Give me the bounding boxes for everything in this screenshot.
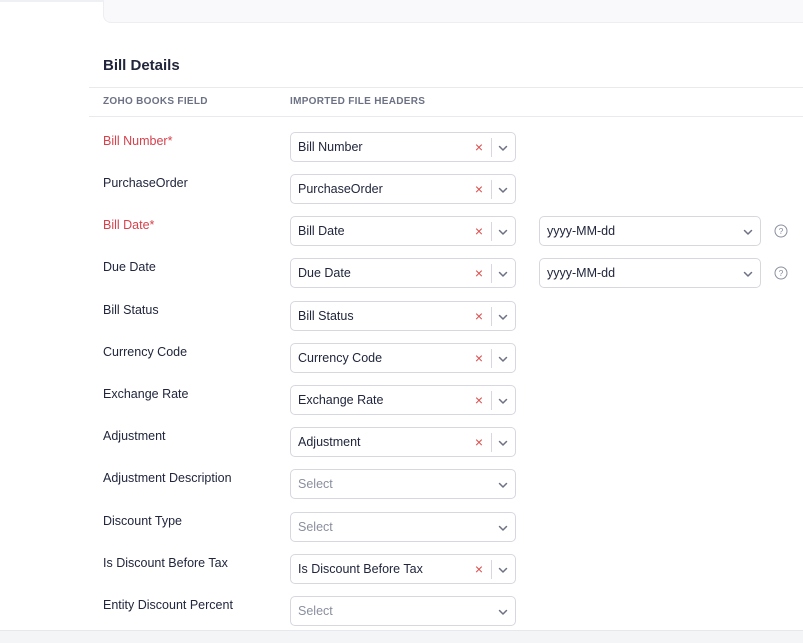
close-icon[interactable]: × <box>471 222 487 240</box>
section-title: Bill Details <box>103 57 180 74</box>
close-icon[interactable]: × <box>471 264 487 282</box>
close-icon[interactable]: × <box>471 180 487 198</box>
chevron-down-icon[interactable] <box>497 436 509 448</box>
select-separator <box>491 138 492 157</box>
select-value: Due Date <box>298 266 351 280</box>
select-separator <box>491 222 492 241</box>
date-format-select[interactable]: yyyy-MM-dd <box>539 258 761 288</box>
field-mapping-row: Bill Number* Bill Number × <box>0 132 803 166</box>
chevron-down-icon[interactable] <box>497 394 509 406</box>
file-header-select[interactable]: Select <box>290 512 516 542</box>
close-icon[interactable]: × <box>471 433 487 451</box>
select-separator <box>491 307 492 326</box>
column-header-books-field: ZOHO BOOKS FIELD <box>103 96 208 107</box>
date-format-value: yyyy-MM-dd <box>547 266 616 280</box>
bottom-bar-edge <box>0 630 803 643</box>
header-divider <box>89 116 803 117</box>
select-value: Is Discount Before Tax <box>298 562 423 576</box>
date-format-select[interactable]: yyyy-MM-dd <box>539 216 761 246</box>
field-mapping-row: Bill Status Bill Status × <box>0 301 803 335</box>
field-label: Currency Code <box>103 345 188 359</box>
close-icon[interactable]: × <box>471 391 487 409</box>
field-mapping-row: Adjustment Adjustment × <box>0 427 803 461</box>
close-icon[interactable]: × <box>471 138 487 156</box>
field-label: Adjustment Description <box>103 471 232 485</box>
file-header-select[interactable]: PurchaseOrder × <box>290 174 516 204</box>
select-separator <box>491 560 492 579</box>
chevron-down-icon[interactable] <box>742 225 754 237</box>
column-header-file-headers: IMPORTED FILE HEADERS <box>290 96 426 107</box>
chevron-down-icon[interactable] <box>497 141 509 153</box>
chevron-down-icon[interactable] <box>497 310 509 322</box>
select-value: Currency Code <box>298 351 383 365</box>
close-icon[interactable]: × <box>471 560 487 578</box>
field-label: Bill Date* <box>103 218 155 232</box>
file-header-select[interactable]: Select <box>290 596 516 626</box>
field-label: Entity Discount Percent <box>103 598 233 612</box>
chevron-down-icon[interactable] <box>497 563 509 575</box>
file-header-select[interactable]: Bill Status × <box>290 301 516 331</box>
chevron-down-icon[interactable] <box>497 183 509 195</box>
field-mapping-row: Entity Discount Percent Select <box>0 596 803 630</box>
field-label: Is Discount Before Tax <box>103 556 228 570</box>
chevron-down-icon[interactable] <box>497 352 509 364</box>
select-value: PurchaseOrder <box>298 182 383 196</box>
field-mapping-row: Discount Type Select <box>0 512 803 546</box>
field-mapping-row: Bill Date* Bill Date × yyyy-MM-dd? <box>0 216 803 250</box>
field-mapping-row: Exchange Rate Exchange Rate × <box>0 385 803 419</box>
select-placeholder: Select <box>298 604 333 618</box>
select-value: Adjustment <box>298 435 361 449</box>
chevron-down-icon[interactable] <box>497 267 509 279</box>
help-circle-icon[interactable]: ? <box>774 266 788 280</box>
select-value: Bill Number <box>298 140 363 154</box>
chevron-down-icon[interactable] <box>497 478 509 490</box>
select-separator <box>491 433 492 452</box>
svg-text:?: ? <box>779 268 784 278</box>
section-divider <box>89 87 803 88</box>
field-mapping-row: Due Date Due Date × yyyy-MM-dd? <box>0 258 803 292</box>
field-mapping-row: PurchaseOrder PurchaseOrder × <box>0 174 803 208</box>
svg-text:?: ? <box>779 226 784 236</box>
import-field-mapping-page: Bill Details ZOHO BOOKS FIELD IMPORTED F… <box>0 0 803 643</box>
previous-section-panel <box>103 0 803 23</box>
select-value: Bill Date <box>298 224 345 238</box>
select-placeholder: Select <box>298 520 333 534</box>
field-label: Exchange Rate <box>103 387 189 401</box>
select-placeholder: Select <box>298 477 333 491</box>
select-separator <box>491 180 492 199</box>
chevron-down-icon[interactable] <box>497 521 509 533</box>
field-label: Adjustment <box>103 429 166 443</box>
select-separator <box>491 264 492 283</box>
close-icon[interactable]: × <box>471 307 487 325</box>
sidebar-edge <box>0 0 103 2</box>
select-separator <box>491 349 492 368</box>
file-header-select[interactable]: Currency Code × <box>290 343 516 373</box>
field-label: PurchaseOrder <box>103 176 188 190</box>
field-mapping-row: Is Discount Before Tax Is Discount Before… <box>0 554 803 588</box>
help-circle-icon[interactable]: ? <box>774 224 788 238</box>
file-header-select[interactable]: Exchange Rate × <box>290 385 516 415</box>
close-icon[interactable]: × <box>471 349 487 367</box>
field-label: Discount Type <box>103 514 182 528</box>
chevron-down-icon[interactable] <box>742 267 754 279</box>
file-header-select[interactable]: Adjustment × <box>290 427 516 457</box>
file-header-select[interactable]: Select <box>290 469 516 499</box>
field-label: Bill Status <box>103 303 159 317</box>
field-mapping-row: Adjustment Description Select <box>0 469 803 503</box>
file-header-select[interactable]: Is Discount Before Tax × <box>290 554 516 584</box>
field-mapping-row: Currency Code Currency Code × <box>0 343 803 377</box>
select-value: Bill Status <box>298 309 354 323</box>
date-format-value: yyyy-MM-dd <box>547 224 616 238</box>
file-header-select[interactable]: Bill Date × <box>290 216 516 246</box>
field-label: Due Date <box>103 260 156 274</box>
select-separator <box>491 391 492 410</box>
file-header-select[interactable]: Due Date × <box>290 258 516 288</box>
chevron-down-icon[interactable] <box>497 605 509 617</box>
select-value: Exchange Rate <box>298 393 384 407</box>
file-header-select[interactable]: Bill Number × <box>290 132 516 162</box>
chevron-down-icon[interactable] <box>497 225 509 237</box>
field-label: Bill Number* <box>103 134 173 148</box>
